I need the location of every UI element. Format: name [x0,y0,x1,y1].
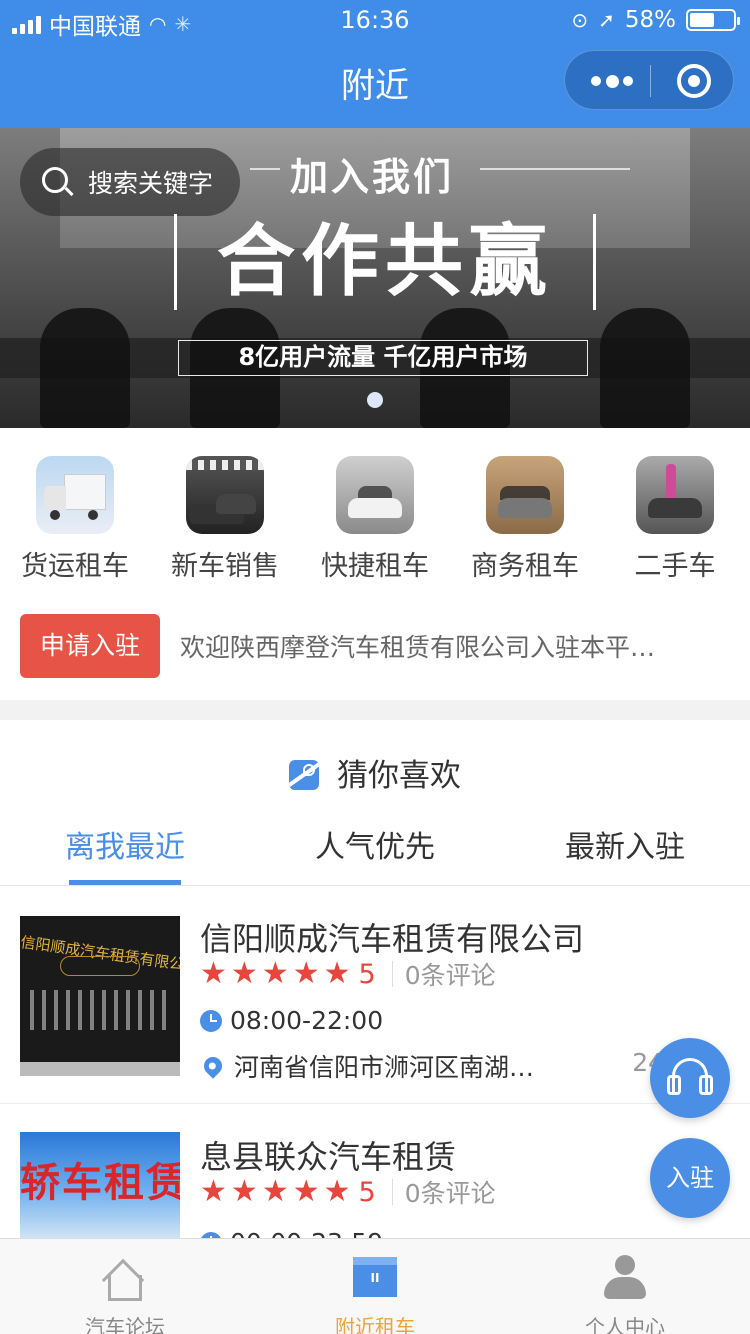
bottom-tab-bar: 汽车论坛 附近租车 个人中心 [0,1238,750,1334]
star-icon: ★ [261,956,289,991]
rating-score: 5 [358,1176,376,1208]
sedan-thumb [336,456,414,534]
star-icon: ★ [261,1174,289,1209]
customer-service-button[interactable] [650,1038,730,1118]
banner-slogan: 8亿用户流量 千亿用户市场 [178,340,588,376]
carousel-indicator[interactable] [367,392,383,408]
photo-caption: 轿车租赁 [20,1160,180,1206]
star-icon: ★ [323,956,351,991]
home-icon [101,1257,146,1302]
target-circle-icon[interactable] [677,64,711,98]
tab-newest[interactable]: 最新入驻 [500,822,750,866]
category-used-cars[interactable]: 二手车 [600,456,750,583]
address: 河南省信阳市浉河区南湖… [200,1048,534,1084]
mpv-thumb [486,456,564,534]
category-label: 新车销售 [171,551,279,582]
used-car-thumb [636,456,714,534]
tabbar-label: 附近租车 [335,1315,415,1334]
hours-text: 08:00-22:00 [230,1006,384,1035]
rating-row: ★ ★ ★ ★ ★ 5 0条评论 [200,1174,496,1210]
battery-percent: 58% [624,7,676,33]
category-business-rental[interactable]: 商务租车 [450,456,600,583]
category-label: 二手车 [634,551,716,582]
star-icon: ★ [230,1174,258,1209]
rating-score: 5 [358,958,376,990]
promo-banner[interactable]: 搜索关键字 加入我们 合作共赢 8亿用户流量 千亿用户市场 [0,128,750,428]
list-item[interactable]: 信阳顺成汽车租赁有限公司 信阳顺成汽车租赁有限公司 ★ ★ ★ ★ ★ 5 0条… [0,886,750,1104]
status-bar: 中国联通 ◠ ✳ 16:36 ⊙ ➚ 58% [0,0,750,40]
tabbar-item-profile[interactable]: 个人中心 [500,1239,750,1334]
star-icon: ★ [323,1174,351,1209]
shop-photo: 信阳顺成汽车租赁有限公司 [20,916,180,1076]
headset-icon [667,1058,713,1095]
search-icon [42,167,74,197]
sort-tabs: 离我最近 人气优先 最新入驻 [0,816,750,886]
rating-row: ★ ★ ★ ★ ★ 5 0条评论 [200,956,496,992]
tabbar-item-nearby-rental[interactable]: 附近租车 [250,1239,500,1334]
notice-row: 申请入驻 欢迎陕西摩登汽车租赁有限公司入驻本平… [0,598,750,700]
review-count: 0条评论 [404,961,496,990]
map-icon [289,760,319,790]
star-icon: ★ [292,956,320,991]
recommend-header: 猜你喜欢 [0,720,750,816]
shop-photo: 轿车租赁 [20,1132,180,1238]
mini-program-capsule [564,50,734,110]
address-text: 河南省信阳市浉河区南湖… [234,1053,535,1082]
search-bar[interactable]: 搜索关键字 [20,148,240,216]
battery-icon [686,9,740,31]
notice-marquee[interactable]: 欢迎陕西摩登汽车租赁有限公司入驻本平… [180,628,720,664]
review-count: 0条评论 [404,1179,496,1208]
banner-subtitle: 加入我们 [290,155,455,199]
category-quick-rental[interactable]: 快捷租车 [300,456,450,583]
tab-popular[interactable]: 人气优先 [250,822,500,866]
star-icon: ★ [292,1174,320,1209]
category-freight-rental[interactable]: 货运租车 [0,456,150,583]
star-icon: ★ [200,1174,227,1209]
store-icon [353,1257,397,1297]
category-new-car-sales[interactable]: 新车销售 [150,456,300,583]
truck-thumb [36,456,114,534]
shop-name: 信阳顺成汽车租赁有限公司 [200,920,585,958]
shop-name: 息县联众汽车租赁 [200,1138,457,1176]
apply-join-button[interactable]: 申请入驻 [20,614,160,678]
showroom-thumb [186,456,264,534]
business-hours: 08:00-22:00 [200,1006,383,1035]
tabbar-label: 汽车论坛 [85,1315,165,1334]
location-pin-icon [200,1053,226,1079]
top-bar: 中国联通 ◠ ✳ 16:36 ⊙ ➚ 58% 附近 [0,0,750,128]
tabbar-item-forum[interactable]: 汽车论坛 [0,1239,250,1334]
join-button[interactable]: 入驻 [650,1138,730,1218]
lock-rotation-icon: ⊙ [571,8,589,32]
star-icon: ★ [200,956,227,991]
location-arrow-icon: ➚ [598,8,615,32]
category-label: 货运租车 [21,551,129,582]
more-dots-icon[interactable] [591,67,633,95]
category-label: 快捷租车 [321,551,429,582]
clock-icon [200,1009,222,1032]
user-icon [604,1255,646,1301]
section-divider [0,700,750,720]
search-placeholder: 搜索关键字 [88,169,214,198]
category-grid: 货运租车 新车销售 快捷租车 商务租车 二手车 [0,428,750,598]
category-label: 商务租车 [471,551,579,582]
tabbar-label: 个人中心 [585,1315,665,1334]
capsule-divider [650,65,651,97]
banner-headline: 合作共赢 [174,214,596,310]
star-icon: ★ [230,956,258,991]
section-title: 猜你喜欢 [337,758,461,794]
active-tab-indicator [69,880,181,885]
tab-nearest[interactable]: 离我最近 [0,822,250,866]
